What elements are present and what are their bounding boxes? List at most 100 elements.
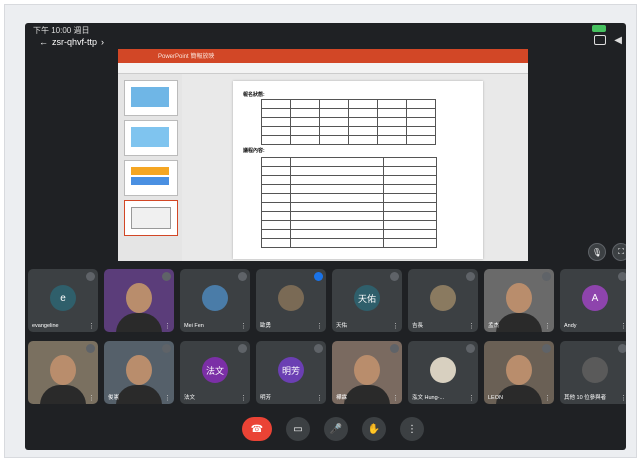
more-icon[interactable]: ⋮ xyxy=(316,322,323,330)
presentation-title: PowerPoint 簡報放映 xyxy=(158,54,215,60)
switch-camera-icon[interactable] xyxy=(594,35,606,45)
more-icon[interactable]: ⋮ xyxy=(164,322,171,330)
more-icon[interactable]: ⋮ xyxy=(392,394,399,402)
participant-name: 天佑 xyxy=(336,323,348,329)
more-icon[interactable]: ⋮ xyxy=(468,394,475,402)
participant-grid: e evangeline ⋮ ⋮ Mei Fen ⋮ 歐勇 ⋮ 天佑 天佑 ⋮ … xyxy=(28,269,626,409)
participant-name: 吉長 xyxy=(412,323,424,329)
participant-name: 孟杰 xyxy=(488,323,500,329)
avatar: 明芳 xyxy=(278,357,304,383)
speaking-icon xyxy=(314,272,323,281)
agenda-table xyxy=(261,157,437,248)
top-bar: 下午 10:00 週日 ← zsr-qhvf-ttp › ◀ xyxy=(25,23,626,49)
avatar xyxy=(278,285,304,311)
participant-tile[interactable]: ⋮ xyxy=(28,341,98,404)
speaker-icon[interactable]: ◀ xyxy=(614,35,622,46)
mic-icon xyxy=(466,344,475,353)
avatar: 天佑 xyxy=(354,285,380,311)
avatar: A xyxy=(582,285,608,311)
participant-tile[interactable]: 泓文 Hung-... ⋮ xyxy=(408,341,478,404)
participant-tile[interactable]: Mei Fen ⋮ xyxy=(180,269,250,332)
chevron-right-icon[interactable]: › xyxy=(101,37,104,47)
slide-heading-agenda: 議程內容: xyxy=(243,148,265,154)
participant-tile[interactable]: 孟杰 ⋮ xyxy=(484,269,554,332)
slide-heading-registration: 報名狀態: xyxy=(243,92,265,98)
participant-name: 俊憲 xyxy=(108,395,120,401)
more-vertical-icon[interactable]: ⋮ xyxy=(400,417,424,441)
mic-icon xyxy=(86,272,95,281)
participant-tile[interactable]: 吉長 ⋮ xyxy=(408,269,478,332)
participant-tile[interactable]: 俊憲 ⋮ xyxy=(104,341,174,404)
camera-icon[interactable]: ▭ xyxy=(286,417,310,441)
mic-icon xyxy=(542,344,551,353)
avatar: 法文 xyxy=(202,357,228,383)
participant-tile[interactable]: 明芳 明芳 ⋮ xyxy=(256,341,326,404)
microphone-icon[interactable]: 🎤 xyxy=(324,417,348,441)
participant-tile[interactable]: ⋮ xyxy=(104,269,174,332)
participant-tile[interactable]: 天佑 天佑 ⋮ xyxy=(332,269,402,332)
participant-tile[interactable]: e evangeline ⋮ xyxy=(28,269,98,332)
slide-thumbnail xyxy=(124,160,178,196)
participant-name: LEON xyxy=(488,395,503,401)
participant-name: 歐勇 xyxy=(260,323,272,329)
current-slide: 報名狀態: 議程內容: xyxy=(233,81,483,259)
battery-icon xyxy=(592,25,606,32)
screen-share: PowerPoint 簡報放映 報名狀態: 議程內容: xyxy=(118,49,528,261)
more-icon[interactable]: ⋮ xyxy=(544,394,551,402)
mic-off-icon[interactable]: 🎙 xyxy=(588,243,606,261)
back-arrow-icon[interactable]: ← xyxy=(39,37,48,47)
presentation-ribbon xyxy=(118,63,528,74)
meeting-info[interactable]: ← zsr-qhvf-ttp › xyxy=(39,37,104,47)
slide-thumbnail xyxy=(124,120,178,156)
others-tile[interactable]: 其他 10 位參與者 ⋮ xyxy=(560,341,626,404)
participant-tile[interactable]: 樺霖 ⋮ xyxy=(332,341,402,404)
meet-app: 下午 10:00 週日 ← zsr-qhvf-ttp › ◀ PowerPoin… xyxy=(25,23,626,450)
screenshot-frame: 下午 10:00 週日 ← zsr-qhvf-ttp › ◀ PowerPoin… xyxy=(4,4,637,458)
participant-name: Andy xyxy=(564,323,577,329)
mic-icon xyxy=(162,344,171,353)
mic-icon xyxy=(466,272,475,281)
share-controls: 🎙 ⛶ xyxy=(588,243,626,261)
avatar: e xyxy=(50,285,76,311)
presentation-titlebar: PowerPoint 簡報放映 xyxy=(118,49,528,63)
participant-name: evangeline xyxy=(32,323,59,329)
status-time: 下午 10:00 週日 xyxy=(33,26,90,35)
mic-icon xyxy=(86,344,95,353)
participant-name: 泓文 Hung-... xyxy=(412,395,445,401)
more-icon[interactable]: ⋮ xyxy=(240,322,247,330)
call-controls: ☎ ▭ 🎤 ✋ ⋮ xyxy=(242,417,424,441)
avatar xyxy=(582,357,608,383)
avatar xyxy=(202,285,228,311)
participant-name: 樺霖 xyxy=(336,395,348,401)
more-icon[interactable]: ⋮ xyxy=(88,394,95,402)
meeting-code[interactable]: zsr-qhvf-ttp xyxy=(52,37,97,47)
mic-icon xyxy=(618,272,626,281)
mic-icon xyxy=(238,344,247,353)
more-icon[interactable]: ⋮ xyxy=(544,322,551,330)
fullscreen-icon[interactable]: ⛶ xyxy=(612,243,626,261)
mic-icon xyxy=(390,272,399,281)
phone-hangup-icon[interactable]: ☎ xyxy=(242,417,272,441)
participant-tile[interactable]: LEON ⋮ xyxy=(484,341,554,404)
participant-tile[interactable]: 法文 法文 ⋮ xyxy=(180,341,250,404)
more-icon[interactable]: ⋮ xyxy=(240,394,247,402)
more-icon[interactable]: ⋮ xyxy=(164,394,171,402)
more-icon[interactable]: ⋮ xyxy=(620,322,626,330)
participant-tile[interactable]: 歐勇 ⋮ xyxy=(256,269,326,332)
registration-table xyxy=(261,99,436,145)
avatar xyxy=(430,357,456,383)
participant-tile[interactable]: A Andy ⋮ xyxy=(560,269,626,332)
slide-thumbnails xyxy=(118,74,182,261)
more-icon[interactable]: ⋮ xyxy=(316,394,323,402)
participant-name: 明芳 xyxy=(260,395,272,401)
mic-icon xyxy=(162,272,171,281)
others-label: 其他 10 位參與者 xyxy=(564,395,607,401)
more-icon[interactable]: ⋮ xyxy=(392,322,399,330)
more-icon[interactable]: ⋮ xyxy=(88,322,95,330)
mic-icon xyxy=(618,344,626,353)
more-icon[interactable]: ⋮ xyxy=(620,394,626,402)
mic-icon xyxy=(314,344,323,353)
avatar xyxy=(430,285,456,311)
more-icon[interactable]: ⋮ xyxy=(468,322,475,330)
raise-hand-icon[interactable]: ✋ xyxy=(362,417,386,441)
